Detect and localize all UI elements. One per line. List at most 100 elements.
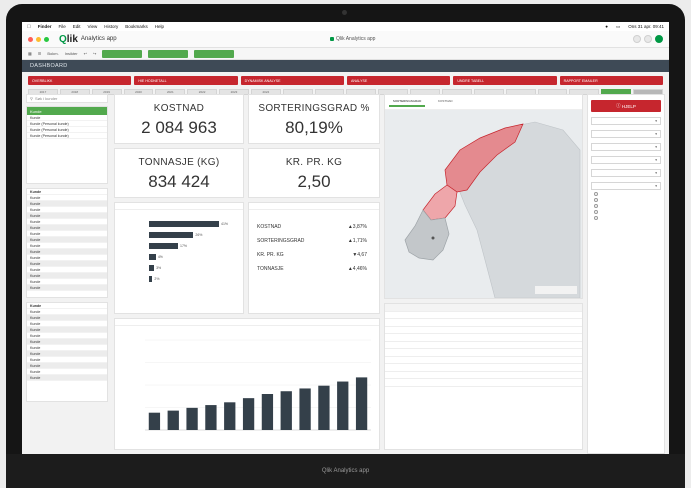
table-row[interactable] xyxy=(385,342,582,349)
hjelp-button[interactable]: ⓘ HJELP xyxy=(591,100,661,112)
table-row[interactable] xyxy=(385,334,582,342)
vbar[interactable] xyxy=(299,388,311,430)
nav-dynamisk-analyse[interactable]: DYNAMISK ANALYSE xyxy=(240,76,344,85)
customer-table-panel[interactable] xyxy=(384,303,583,450)
vbar[interactable] xyxy=(261,394,274,430)
nav-undre-tabell[interactable]: UNDRE TABELL xyxy=(453,76,557,85)
hbar[interactable] xyxy=(149,231,194,238)
vbar[interactable] xyxy=(186,407,198,430)
hbar[interactable] xyxy=(149,275,153,282)
hbar[interactable] xyxy=(149,220,219,227)
map-tab-5[interactable] xyxy=(542,97,578,107)
hbar-row[interactable]: 17% xyxy=(115,242,187,249)
battery-icon[interactable]: ▭ xyxy=(616,24,620,30)
customer-list-item[interactable]: Kunde (Personal kunde) xyxy=(27,133,107,139)
menu-history[interactable]: History xyxy=(104,24,118,29)
vbar[interactable] xyxy=(205,405,217,430)
vbar[interactable] xyxy=(337,381,349,430)
table-row[interactable] xyxy=(385,357,582,364)
selection-chip-3[interactable] xyxy=(194,49,235,58)
nav-rapport-emailer[interactable]: RAPPORT EMAILER xyxy=(559,76,663,85)
hbar[interactable] xyxy=(149,264,155,271)
notifications-icon[interactable] xyxy=(633,35,641,43)
table-row[interactable] xyxy=(385,379,582,387)
bookmarks-button[interactable]: Bokm. xyxy=(47,51,58,56)
radio-option-4[interactable] xyxy=(594,210,658,214)
close-window-button[interactable] xyxy=(28,36,33,42)
nav-analyse[interactable]: ANALYSE xyxy=(346,76,451,85)
vbar[interactable] xyxy=(167,410,179,430)
vbar[interactable] xyxy=(280,391,292,430)
clock[interactable]: Ons 31 apr. 09:41 xyxy=(628,24,664,29)
menu-edit[interactable]: Edit xyxy=(73,24,81,29)
list-icon[interactable]: ☰ xyxy=(38,51,42,56)
table-row[interactable] xyxy=(385,349,582,357)
filter-dropdown[interactable]: ▾ xyxy=(591,143,661,151)
table-row[interactable] xyxy=(385,372,582,379)
user-avatar[interactable] xyxy=(655,35,663,43)
map-tab-4[interactable] xyxy=(504,97,540,107)
table-row[interactable] xyxy=(385,319,582,327)
hbar[interactable] xyxy=(149,253,156,260)
menu-view[interactable]: View xyxy=(88,24,98,29)
forward-icon[interactable]: ↪ xyxy=(93,51,96,56)
hbar-row[interactable]: 26% xyxy=(115,231,202,238)
minimize-window-button[interactable] xyxy=(36,36,41,42)
filter-dropdown[interactable]: ▾ xyxy=(591,130,661,138)
back-icon[interactable]: ↩ xyxy=(84,51,87,56)
menu-file[interactable]: File xyxy=(59,24,66,29)
nav-overblikk[interactable]: OVERBLIKK xyxy=(28,76,132,85)
waste-fraction-bar-chart[interactable]: 41% 26% 17% 4% 3% 2% xyxy=(114,202,244,314)
wifi-icon[interactable]: ● xyxy=(605,24,608,29)
table-row[interactable] xyxy=(385,327,582,334)
hbar-row[interactable]: 41% xyxy=(115,220,228,227)
radio-option-2[interactable] xyxy=(594,198,658,202)
table-row[interactable] xyxy=(385,364,582,372)
filter-dropdown[interactable]: ▾ xyxy=(591,117,661,125)
radio-option-5[interactable] xyxy=(594,216,658,220)
nav-hodnetall[interactable]: HIE HODNETALL xyxy=(134,76,238,85)
map-tab-3[interactable] xyxy=(465,97,501,107)
kpi-kostnad[interactable]: KOSTNAD 2 084 963 xyxy=(114,94,244,144)
kpi-kostnad-value: 2 084 963 xyxy=(141,118,217,137)
filter-dropdown[interactable]: ▾ xyxy=(591,169,661,177)
monthly-cost-bar-chart[interactable] xyxy=(114,318,380,450)
hbar-row[interactable]: 2% xyxy=(115,275,159,282)
radio-option-3[interactable] xyxy=(594,204,658,208)
norway-map-panel[interactable]: SORTERINGSGRAD KOSTNAD xyxy=(384,94,583,299)
hbar-row[interactable]: 3% xyxy=(115,264,161,271)
vbar[interactable] xyxy=(148,412,161,430)
kpi-kr-pr-kg[interactable]: KR. PR. KG 2,50 xyxy=(248,148,380,198)
vbar[interactable] xyxy=(224,402,236,430)
change-vs-last-year-panel[interactable]: KOSTNAD ▲3,87% SORTERINGSGRAD ▲1,71% KR. PR.… xyxy=(248,202,380,314)
selection-chip-2[interactable] xyxy=(148,49,189,58)
menu-finder[interactable]: Finder xyxy=(38,24,52,29)
hbar[interactable] xyxy=(149,242,179,249)
vbar[interactable] xyxy=(355,377,368,430)
insights-button[interactable]: Insikter xyxy=(65,51,78,56)
zoom-window-button[interactable] xyxy=(44,36,49,42)
menu-bookmarks[interactable]: Bookmarks xyxy=(125,24,148,29)
filter-dropdown[interactable]: ▾ xyxy=(591,182,661,190)
grid-icon[interactable]: ▦ xyxy=(28,51,32,56)
norway-map[interactable] xyxy=(385,110,582,299)
map-tab-kostnad[interactable]: KOSTNAD xyxy=(427,97,463,107)
customer-search-input[interactable]: ⚲ Søk i kunder xyxy=(26,94,108,103)
vbar[interactable] xyxy=(318,385,330,430)
selection-chip-1[interactable] xyxy=(102,49,143,58)
kpi-tonnasje[interactable]: TONNASJE (KG) 834 424 xyxy=(114,148,244,198)
map-tab-sorteringsgrad[interactable]: SORTERINGSGRAD xyxy=(389,97,426,107)
customer-list-item[interactable]: Kunde xyxy=(27,375,107,381)
apple-icon[interactable]:  xyxy=(27,24,31,30)
qlik-logo[interactable]: Qlik xyxy=(59,34,78,45)
radio-option-1[interactable] xyxy=(594,192,658,196)
kpi-sorteringsgrad[interactable]: SORTERINGSGRAD % 80,19% xyxy=(248,94,380,144)
table-row[interactable] xyxy=(385,312,582,319)
help-icon[interactable] xyxy=(644,35,652,43)
hbar-row[interactable]: 4% xyxy=(115,253,163,260)
customer-list-item[interactable]: Kunde xyxy=(27,285,107,291)
filter-dropdown[interactable]: ▾ xyxy=(591,156,661,164)
menu-help[interactable]: Help xyxy=(155,24,164,29)
customer-list-1-head[interactable]: Kunde xyxy=(27,107,107,115)
vbar[interactable] xyxy=(242,398,255,430)
